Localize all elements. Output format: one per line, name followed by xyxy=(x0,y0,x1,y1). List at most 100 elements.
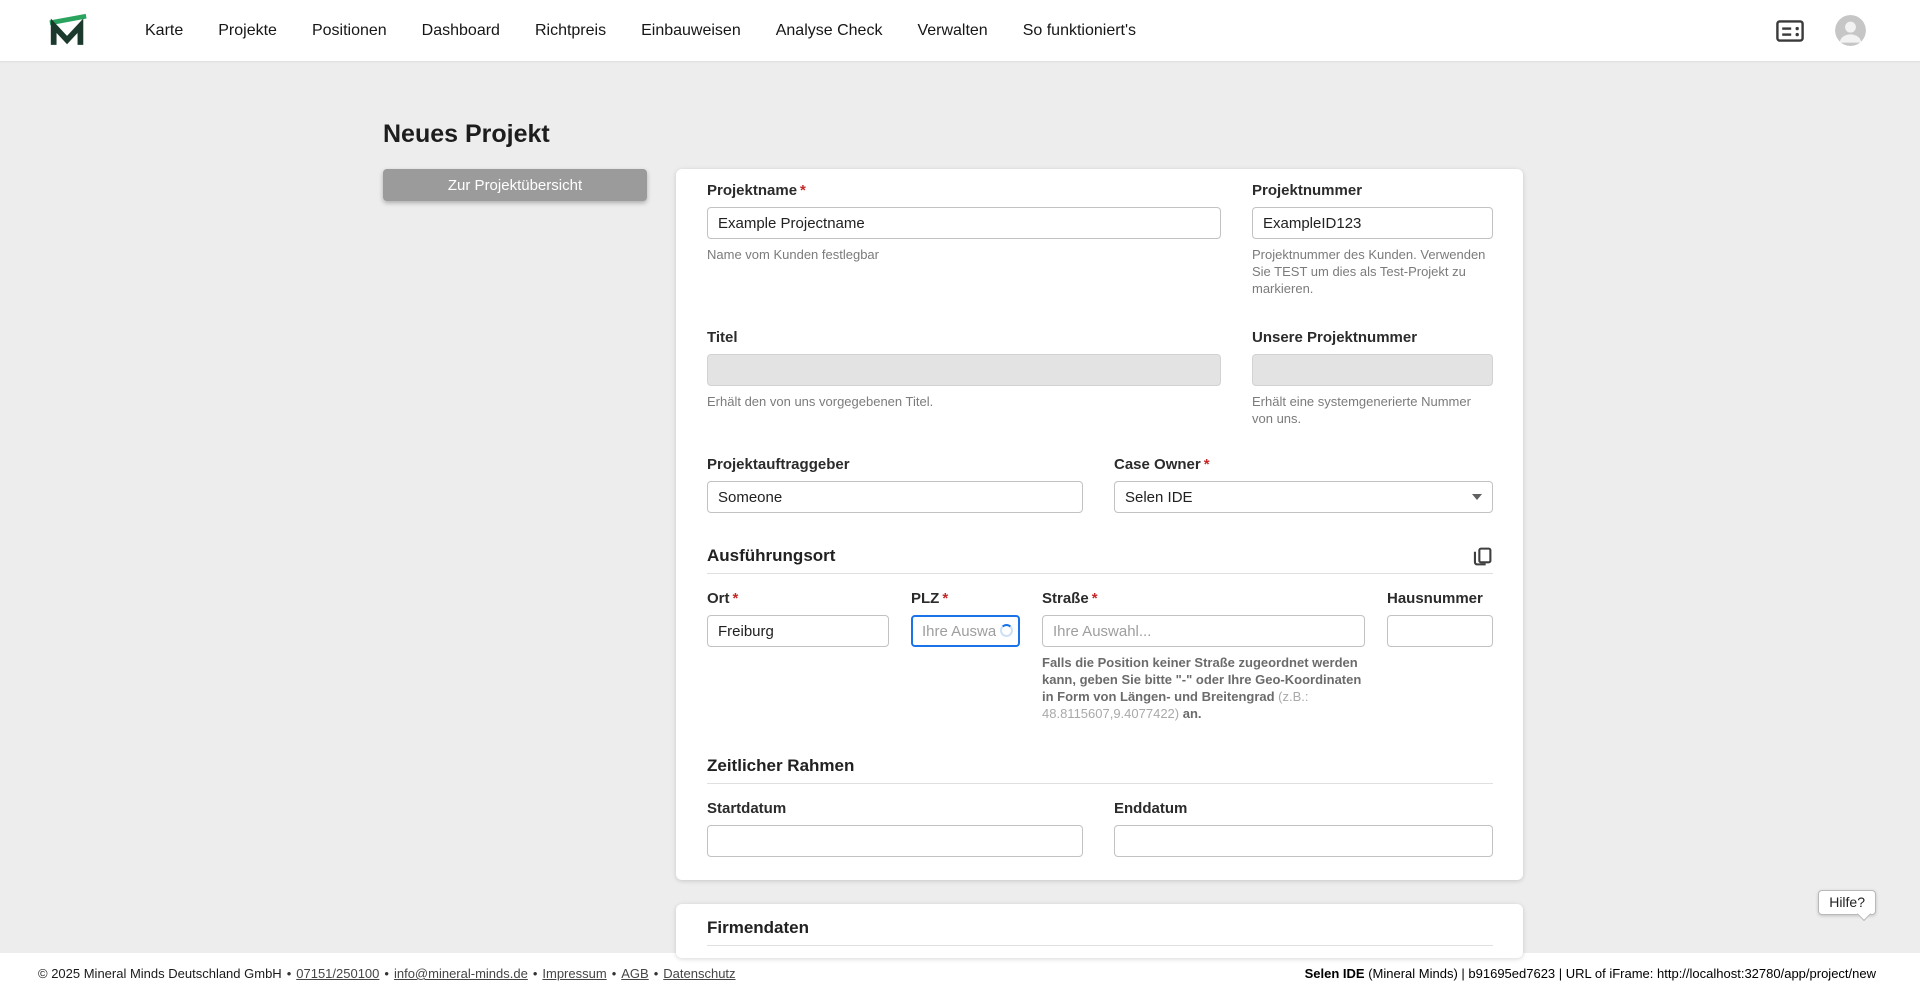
footer-email-link[interactable]: info@mineral-minds.de xyxy=(394,966,528,981)
label-text: Enddatum xyxy=(1114,800,1188,818)
enddatum-label: Enddatum xyxy=(1114,800,1493,818)
titel-input xyxy=(707,353,1221,386)
row-titel-unsere-nummer: Titel Erhält den von uns vorgegebenen Ti… xyxy=(707,329,1493,428)
nav-item-verwalten[interactable]: Verwalten xyxy=(917,22,987,40)
field-hausnummer: Hausnummer xyxy=(1387,590,1493,648)
label-text: Ort xyxy=(707,590,730,608)
nav-item-so-funktionierts[interactable]: So funktioniert's xyxy=(1023,22,1136,40)
row-location: Ort* PLZ* Straße* Falls die Position k xyxy=(707,590,1493,723)
projektauftraggeber-label: Projektauftraggeber xyxy=(707,456,1083,474)
required-indicator: * xyxy=(1203,456,1210,474)
footer-agb-link[interactable]: AGB xyxy=(621,966,648,981)
label-text: Projektnummer xyxy=(1252,182,1363,199)
field-projektname: Projektname* Name vom Kunden festlegbar xyxy=(707,182,1221,264)
section-zeitlicher-rahmen: Zeitlicher Rahmen Startdatum Enddatum xyxy=(707,755,1493,858)
field-case-owner: Case Owner * Selen IDE xyxy=(1114,456,1493,514)
strasse-input[interactable] xyxy=(1042,615,1365,648)
row-dates: Startdatum Enddatum xyxy=(707,800,1493,858)
required-indicator: * xyxy=(732,590,739,608)
zeitlicher-rahmen-title: Zeitlicher Rahmen xyxy=(707,756,855,776)
mineral-minds-logo[interactable] xyxy=(47,13,89,48)
hausnummer-label: Hausnummer xyxy=(1387,590,1493,608)
projektname-helper: Name vom Kunden festlegbar xyxy=(707,247,879,262)
case-owner-label: Case Owner * xyxy=(1114,456,1493,474)
projektnummer-input[interactable] xyxy=(1252,207,1493,239)
firmendaten-title: Firmendaten xyxy=(707,918,810,938)
footer-session-info: Selen IDE (Mineral Minds) | b91695ed7623… xyxy=(1305,966,1876,981)
titel-label: Titel xyxy=(707,329,1221,347)
ausfuehrungsort-title: Ausführungsort xyxy=(707,546,836,566)
main-content: Neues Projekt Zur Projektübersicht Proje… xyxy=(0,61,1920,959)
unsere-projektnummer-helper: Erhält eine systemgenerierte Nummer von … xyxy=(1252,393,1471,426)
field-projektnummer: Projektnummer Projektnummer des Kunden. … xyxy=(1252,182,1493,298)
label-text: Projektname xyxy=(707,182,798,199)
chevron-down-icon xyxy=(1472,494,1482,501)
field-plz: PLZ * xyxy=(911,590,1020,648)
plz-input-wrap xyxy=(911,615,1020,648)
enddatum-input[interactable] xyxy=(1114,825,1493,858)
separator-dot: • xyxy=(653,966,659,981)
separator-dot: • xyxy=(532,966,538,981)
separator-dot: • xyxy=(611,966,617,981)
footer: © 2025 Mineral Minds Deutschland GmbH • … xyxy=(0,953,1920,994)
footer-session-user: Selen IDE xyxy=(1304,966,1365,981)
nav-item-karte[interactable]: Karte xyxy=(145,22,183,40)
label-text: Unsere Projektnummer xyxy=(1252,328,1418,346)
nav-item-dashboard[interactable]: Dashboard xyxy=(422,22,500,40)
field-enddatum: Enddatum xyxy=(1114,800,1493,858)
ort-label: Ort * xyxy=(707,590,889,608)
hausnummer-input[interactable] xyxy=(1387,615,1493,648)
copy-address-button[interactable] xyxy=(1472,546,1493,567)
footer-session-rest: (Mineral Minds) | b91695ed7623 | URL of … xyxy=(1364,966,1876,981)
field-strasse: Straße* Falls die Position keiner Straße… xyxy=(1042,590,1365,723)
projektnummer-label: Projektnummer xyxy=(1252,182,1493,200)
case-owner-select[interactable]: Selen IDE xyxy=(1114,481,1493,514)
field-startdatum: Startdatum xyxy=(707,800,1083,858)
nav-item-positionen[interactable]: Positionen xyxy=(312,22,387,40)
nav-item-richtpreis[interactable]: Richtpreis xyxy=(535,22,606,40)
avatar-icon xyxy=(1835,15,1866,46)
startdatum-input[interactable] xyxy=(707,825,1083,858)
nav-item-analyse-check[interactable]: Analyse Check xyxy=(776,22,883,40)
field-ort: Ort * xyxy=(707,590,889,648)
nav-item-einbauweisen[interactable]: Einbauweisen xyxy=(641,22,741,40)
section-divider xyxy=(707,573,1493,575)
projektnummer-helper: Projektnummer des Kunden. Verwenden Sie … xyxy=(1252,247,1486,296)
navbar-right xyxy=(1775,15,1866,46)
projektauftraggeber-input[interactable] xyxy=(707,481,1083,514)
server-icon xyxy=(1776,19,1804,42)
footer-phone-link[interactable]: 07151/250100 xyxy=(296,966,379,981)
strasse-helper-main: Falls die Position keiner Straße zugeord… xyxy=(1042,655,1362,705)
firmendaten-card: Firmendaten xyxy=(676,904,1523,959)
projektname-label: Projektname * xyxy=(707,182,1221,200)
nav-item-projekte[interactable]: Projekte xyxy=(218,22,277,40)
strasse-label: Straße * xyxy=(1042,590,1365,608)
strasse-helper-suffix: an. xyxy=(1179,706,1202,722)
project-form-card: Projektname* Name vom Kunden festlegbar … xyxy=(676,169,1523,881)
page-header-column: Neues Projekt Zur Projektübersicht xyxy=(383,119,647,201)
required-indicator: * xyxy=(1091,590,1098,608)
plz-label: PLZ * xyxy=(911,590,1020,608)
user-menu-button[interactable] xyxy=(1835,15,1866,46)
footer-copyright: © 2025 Mineral Minds Deutschland GmbH xyxy=(38,966,282,981)
label-text: Hausnummer xyxy=(1387,590,1483,608)
case-owner-selected-value: Selen IDE xyxy=(1125,488,1193,506)
main-nav: Karte Projekte Positionen Dashboard Rich… xyxy=(145,22,1136,40)
row-name-number: Projektname* Name vom Kunden festlegbar … xyxy=(707,182,1493,298)
section-divider xyxy=(707,783,1493,785)
required-indicator: * xyxy=(800,182,806,199)
field-projektauftraggeber: Projektauftraggeber xyxy=(707,456,1083,514)
unsere-projektnummer-label: Unsere Projektnummer xyxy=(1252,329,1493,347)
unsere-projektnummer-input xyxy=(1252,353,1493,386)
copy-icon xyxy=(1473,547,1492,566)
server-button[interactable] xyxy=(1775,19,1805,43)
footer-impressum-link[interactable]: Impressum xyxy=(542,966,606,981)
projektname-input[interactable] xyxy=(707,207,1221,239)
back-to-projects-button[interactable]: Zur Projektübersicht xyxy=(383,169,647,201)
footer-datenschutz-link[interactable]: Datenschutz xyxy=(663,966,735,981)
help-button[interactable]: Hilfe? xyxy=(1818,890,1876,915)
separator-dot: • xyxy=(286,966,292,981)
titel-helper: Erhält den von uns vorgegebenen Titel. xyxy=(707,393,934,409)
ort-input[interactable] xyxy=(707,615,889,648)
label-text: Case Owner xyxy=(1114,456,1201,474)
